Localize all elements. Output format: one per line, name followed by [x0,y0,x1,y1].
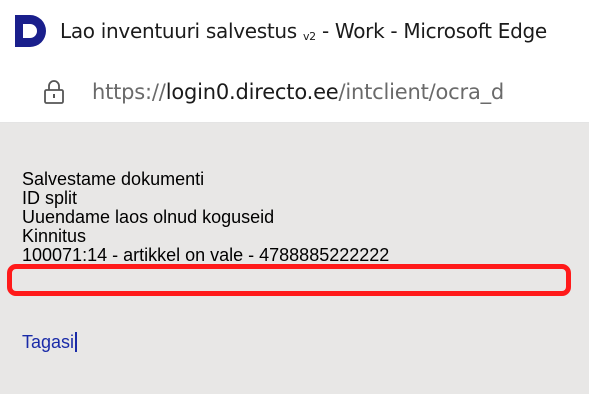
back-link[interactable]: Tagasi [22,332,78,353]
window-title-version: v2 [302,30,316,43]
window-title: Lao inventuuri salvestus v2 - Work - Mic… [60,19,547,43]
log-line: Kinnitus [22,226,87,246]
url-text[interactable]: https://login0.directo.ee/intclient/ocra… [92,80,504,104]
directo-logo-icon [15,15,46,47]
window-title-rest: - Work - Microsoft Edge [315,19,547,43]
address-bar[interactable]: https://login0.directo.ee/intclient/ocra… [0,62,589,123]
error-highlight-box [7,264,571,296]
lock-icon[interactable] [42,79,66,105]
log-line: Salvestame dokumenti [22,169,205,189]
window-titlebar: Lao inventuuri salvestus v2 - Work - Mic… [0,0,589,62]
url-protocol: https:// [92,80,166,104]
error-log-line: 100071:14 - artikkel on vale - 478888522… [22,245,390,265]
text-cursor [75,332,78,352]
log-line: ID split [22,188,78,208]
status-log: Salvestame dokumenti ID split Uuendame l… [22,170,389,265]
page-content: Salvestame dokumenti ID split Uuendame l… [0,123,589,394]
window-title-main: Lao inventuuri salvestus [60,19,297,43]
back-link-label: Tagasi [22,332,75,352]
url-path: /intclient/ocra_d [338,80,505,104]
log-line: Uuendame laos olnud koguseid [22,207,275,227]
url-host: login0.directo.ee [165,80,339,104]
